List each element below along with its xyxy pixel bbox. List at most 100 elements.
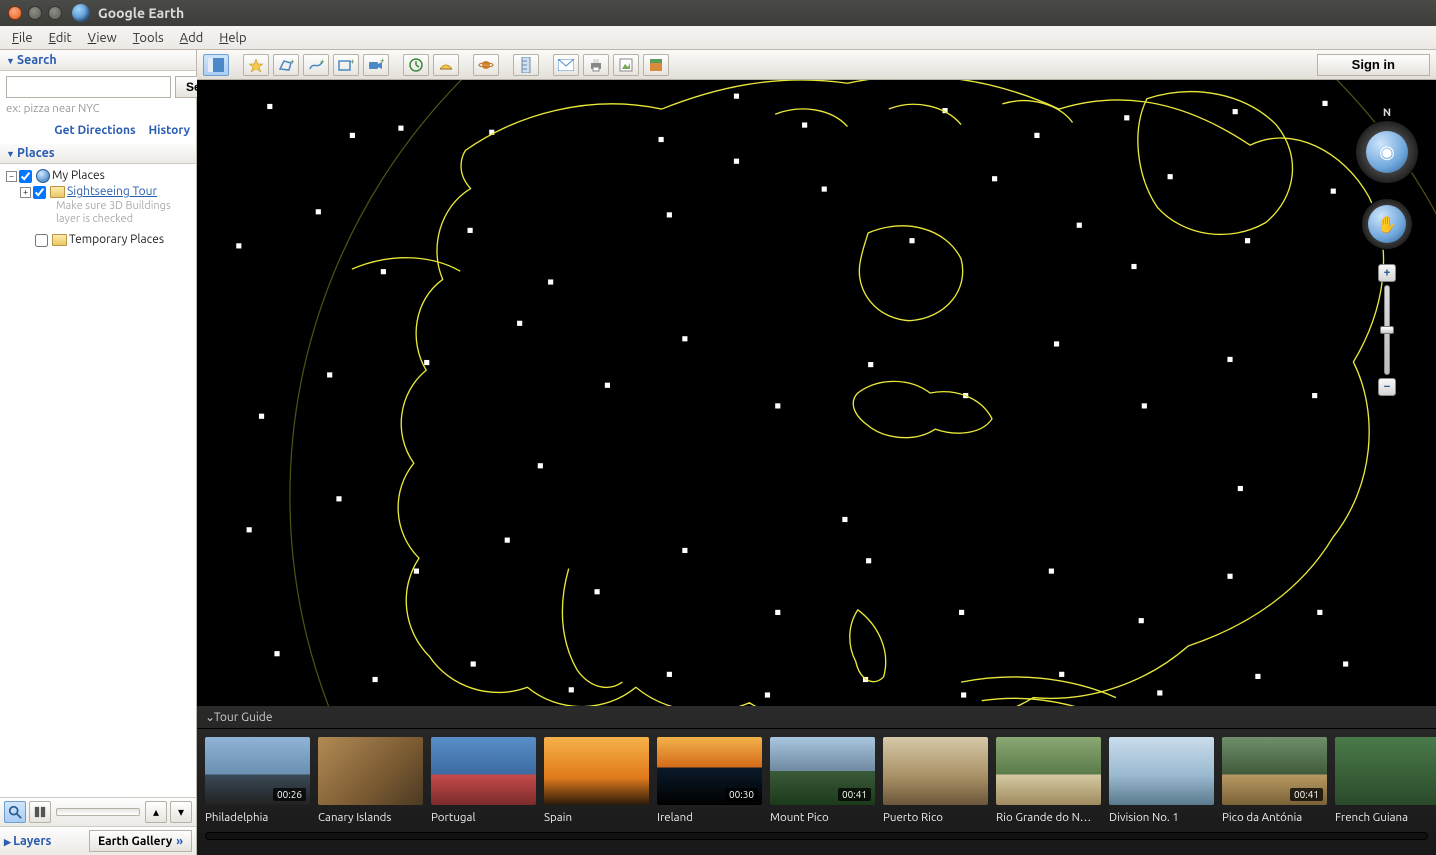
tour-label: Puerto Rico: [883, 811, 988, 824]
tree-item-my-places[interactable]: − My Places: [2, 168, 194, 184]
tour-label: Ireland: [657, 811, 762, 824]
zoom-out-button[interactable]: −: [1378, 378, 1396, 396]
tour-thumbnail[interactable]: [318, 737, 423, 805]
tour-guide-panel: Tour Guide 00:26Philadelphia Canary Islan…: [197, 706, 1436, 855]
window-close-button[interactable]: [8, 6, 22, 20]
print-button[interactable]: [583, 54, 609, 76]
move-joystick[interactable]: ▴ ▾ ◂ ▸ ✋: [1361, 198, 1413, 250]
temporary-label: Temporary Places: [69, 233, 164, 246]
menu-bar: File Edit View Tools Add Help: [0, 26, 1436, 50]
tour-guide-item[interactable]: 00:30 Ireland: [657, 737, 762, 824]
app-icon: [72, 4, 90, 22]
opacity-up-button[interactable]: ▴: [145, 801, 167, 823]
svg-text:+: +: [320, 58, 324, 66]
menu-tools[interactable]: Tools: [125, 31, 172, 45]
tour-label: Portugal: [431, 811, 536, 824]
tree-item-temporary[interactable]: Temporary Places: [2, 232, 194, 248]
tour-thumbnail[interactable]: 00:41: [1222, 737, 1327, 805]
tour-guide-item[interactable]: Spain: [544, 737, 649, 824]
tour-thumbnail[interactable]: 00:41: [770, 737, 875, 805]
tour-search-button[interactable]: [4, 801, 26, 823]
search-input[interactable]: [6, 76, 171, 98]
get-directions-link[interactable]: Get Directions: [54, 124, 135, 137]
menu-edit[interactable]: Edit: [41, 31, 80, 45]
tree-item-sightseeing[interactable]: + Sightseeing Tour: [2, 184, 194, 200]
zoom-in-button[interactable]: +: [1378, 264, 1396, 282]
save-image-button[interactable]: [613, 54, 639, 76]
tour-thumbnail[interactable]: [431, 737, 536, 805]
zoom-thumb[interactable]: [1380, 326, 1394, 334]
tour-guide-item[interactable]: Puerto Rico: [883, 737, 988, 824]
sightseeing-link[interactable]: Sightseeing Tour: [67, 185, 157, 198]
tour-guide-item[interactable]: 00:41 Mount Pico: [770, 737, 875, 824]
tour-thumbnail[interactable]: [1335, 737, 1436, 805]
my-places-checkbox[interactable]: [19, 170, 32, 183]
globe-icon: [36, 169, 50, 183]
add-placemark-button[interactable]: [243, 54, 269, 76]
history-imagery-button[interactable]: [403, 54, 429, 76]
tour-guide-item[interactable]: Division No. 1: [1109, 737, 1214, 824]
tour-duration-badge: 00:26: [273, 788, 306, 801]
window-minimize-button[interactable]: [28, 6, 42, 20]
tour-label: Mount Pico: [770, 811, 875, 824]
tour-thumbnail[interactable]: [544, 737, 649, 805]
navigation-controls: N ▴ ▾ ◂ ▸ ◉ ▴ ▾ ◂ ▸ ✋ + −: [1352, 120, 1422, 396]
planets-button[interactable]: [473, 54, 499, 76]
tour-label: Division No. 1: [1109, 811, 1214, 824]
menu-help[interactable]: Help: [211, 31, 254, 45]
tree-toggle-icon[interactable]: −: [6, 171, 17, 182]
tour-thumbnail[interactable]: [883, 737, 988, 805]
folder-icon: [50, 186, 65, 198]
north-indicator[interactable]: N: [1383, 107, 1391, 119]
map-canvas[interactable]: N ▴ ▾ ◂ ▸ ◉ ▴ ▾ ◂ ▸ ✋ + −: [197, 80, 1436, 706]
menu-add[interactable]: Add: [172, 31, 212, 45]
hand-icon: ✋: [1368, 205, 1406, 243]
add-polygon-button[interactable]: +: [273, 54, 299, 76]
tree-toggle-icon[interactable]: +: [20, 187, 31, 198]
ruler-button[interactable]: [513, 54, 539, 76]
zoom-slider[interactable]: + −: [1377, 264, 1397, 396]
tour-guide-item[interactable]: 00:41Pico da Antónia: [1222, 737, 1327, 824]
earth-gallery-button[interactable]: Earth Gallery»: [89, 830, 192, 852]
tour-label: Canary Islands: [318, 811, 423, 824]
tour-play-button[interactable]: [29, 801, 51, 823]
tour-thumbnail[interactable]: [996, 737, 1101, 805]
tour-label: Spain: [544, 811, 649, 824]
search-hint: ex: pizza near NYC: [6, 102, 190, 115]
look-joystick[interactable]: N ▴ ▾ ◂ ▸ ◉: [1355, 120, 1419, 184]
add-image-overlay-button[interactable]: +: [333, 54, 359, 76]
tour-guide-header[interactable]: Tour Guide: [197, 706, 1436, 729]
add-path-button[interactable]: +: [303, 54, 329, 76]
opacity-down-button[interactable]: ▾: [170, 801, 192, 823]
tour-guide-item[interactable]: Canary Islands: [318, 737, 423, 824]
opacity-slider[interactable]: [56, 808, 140, 816]
email-button[interactable]: [553, 54, 579, 76]
tour-guide-item[interactable]: Portugal: [431, 737, 536, 824]
tour-guide-item[interactable]: French Guiana: [1335, 737, 1436, 824]
sightseeing-checkbox[interactable]: [33, 186, 46, 199]
places-panel-header[interactable]: Places: [0, 143, 196, 164]
window-maximize-button[interactable]: [48, 6, 62, 20]
tour-guide-item[interactable]: 00:26Philadelphia: [205, 737, 310, 824]
zoom-track[interactable]: [1384, 285, 1390, 375]
tour-duration-badge: 00:41: [1290, 788, 1323, 801]
tour-thumbnail[interactable]: 00:26: [205, 737, 310, 805]
menu-view[interactable]: View: [80, 31, 125, 45]
tour-guide-item[interactable]: Rio Grande do N…: [996, 737, 1101, 824]
record-tour-button[interactable]: +: [363, 54, 389, 76]
tour-duration-badge: 00:30: [725, 788, 758, 801]
places-tree: − My Places + Sightseeing Tour Make sure…: [0, 164, 196, 797]
tour-thumbnail[interactable]: [1109, 737, 1214, 805]
tour-guide-scrollbar[interactable]: [205, 832, 1428, 840]
temporary-checkbox[interactable]: [35, 234, 48, 247]
svg-text:+: +: [380, 58, 384, 65]
layers-panel-header[interactable]: Layers: [4, 834, 83, 848]
search-panel-header[interactable]: Search: [0, 50, 196, 71]
tour-thumbnail[interactable]: 00:30: [657, 737, 762, 805]
menu-file[interactable]: File: [4, 31, 41, 45]
sign-in-button[interactable]: Sign in: [1317, 54, 1430, 76]
history-link[interactable]: History: [148, 124, 190, 137]
view-in-maps-button[interactable]: [643, 54, 669, 76]
toggle-sidebar-button[interactable]: [203, 54, 229, 76]
sunlight-button[interactable]: [433, 54, 459, 76]
